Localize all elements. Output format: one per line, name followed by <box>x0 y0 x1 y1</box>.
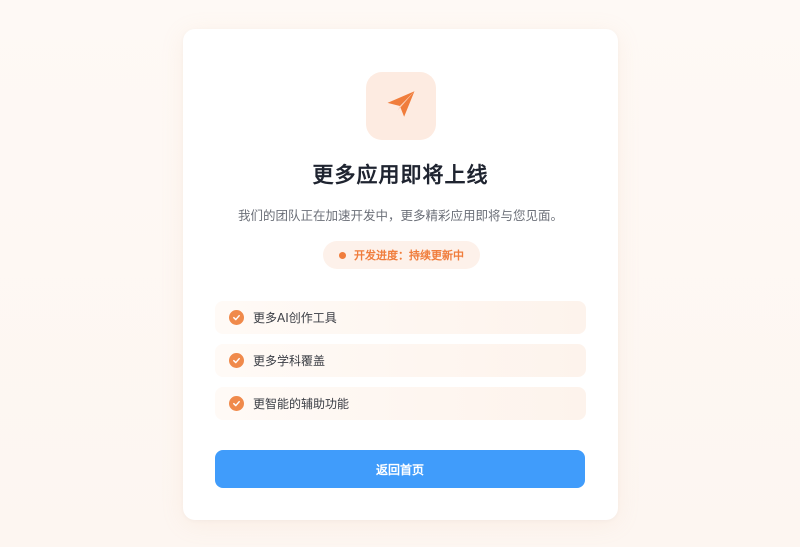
back-home-button[interactable]: 返回首页 <box>215 450 585 488</box>
feature-list: 更多AI创作工具 更多学科覆盖 更智能的辅助功能 <box>215 301 586 430</box>
feature-item: 更多学科覆盖 <box>215 344 586 377</box>
status-dot-icon <box>339 251 346 259</box>
feature-label: 更多AI创作工具 <box>253 311 337 325</box>
feature-label: 更智能的辅助功能 <box>253 397 350 411</box>
feature-item: 更多AI创作工具 <box>215 301 586 334</box>
check-circle-icon <box>229 396 244 411</box>
page: 更多应用即将上线 我们的团队正在加速开发中，更多精彩应用即将与您见面。 开发进度… <box>0 0 800 547</box>
coming-soon-card: 更多应用即将上线 我们的团队正在加速开发中，更多精彩应用即将与您见面。 开发进度… <box>183 29 618 520</box>
check-circle-icon <box>229 310 244 325</box>
feature-item: 更智能的辅助功能 <box>215 387 586 420</box>
feature-label: 更多学科覆盖 <box>253 354 326 368</box>
paper-plane-icon <box>384 87 418 125</box>
subtitle: 我们的团队正在加速开发中，更多精彩应用即将与您见面。 <box>237 208 563 223</box>
icon-tile <box>366 72 436 140</box>
progress-badge: 开发进度：持续更新中 <box>323 241 480 269</box>
check-circle-icon <box>229 353 244 368</box>
progress-text: 开发进度：持续更新中 <box>354 249 464 262</box>
page-title: 更多应用即将上线 <box>312 163 489 187</box>
